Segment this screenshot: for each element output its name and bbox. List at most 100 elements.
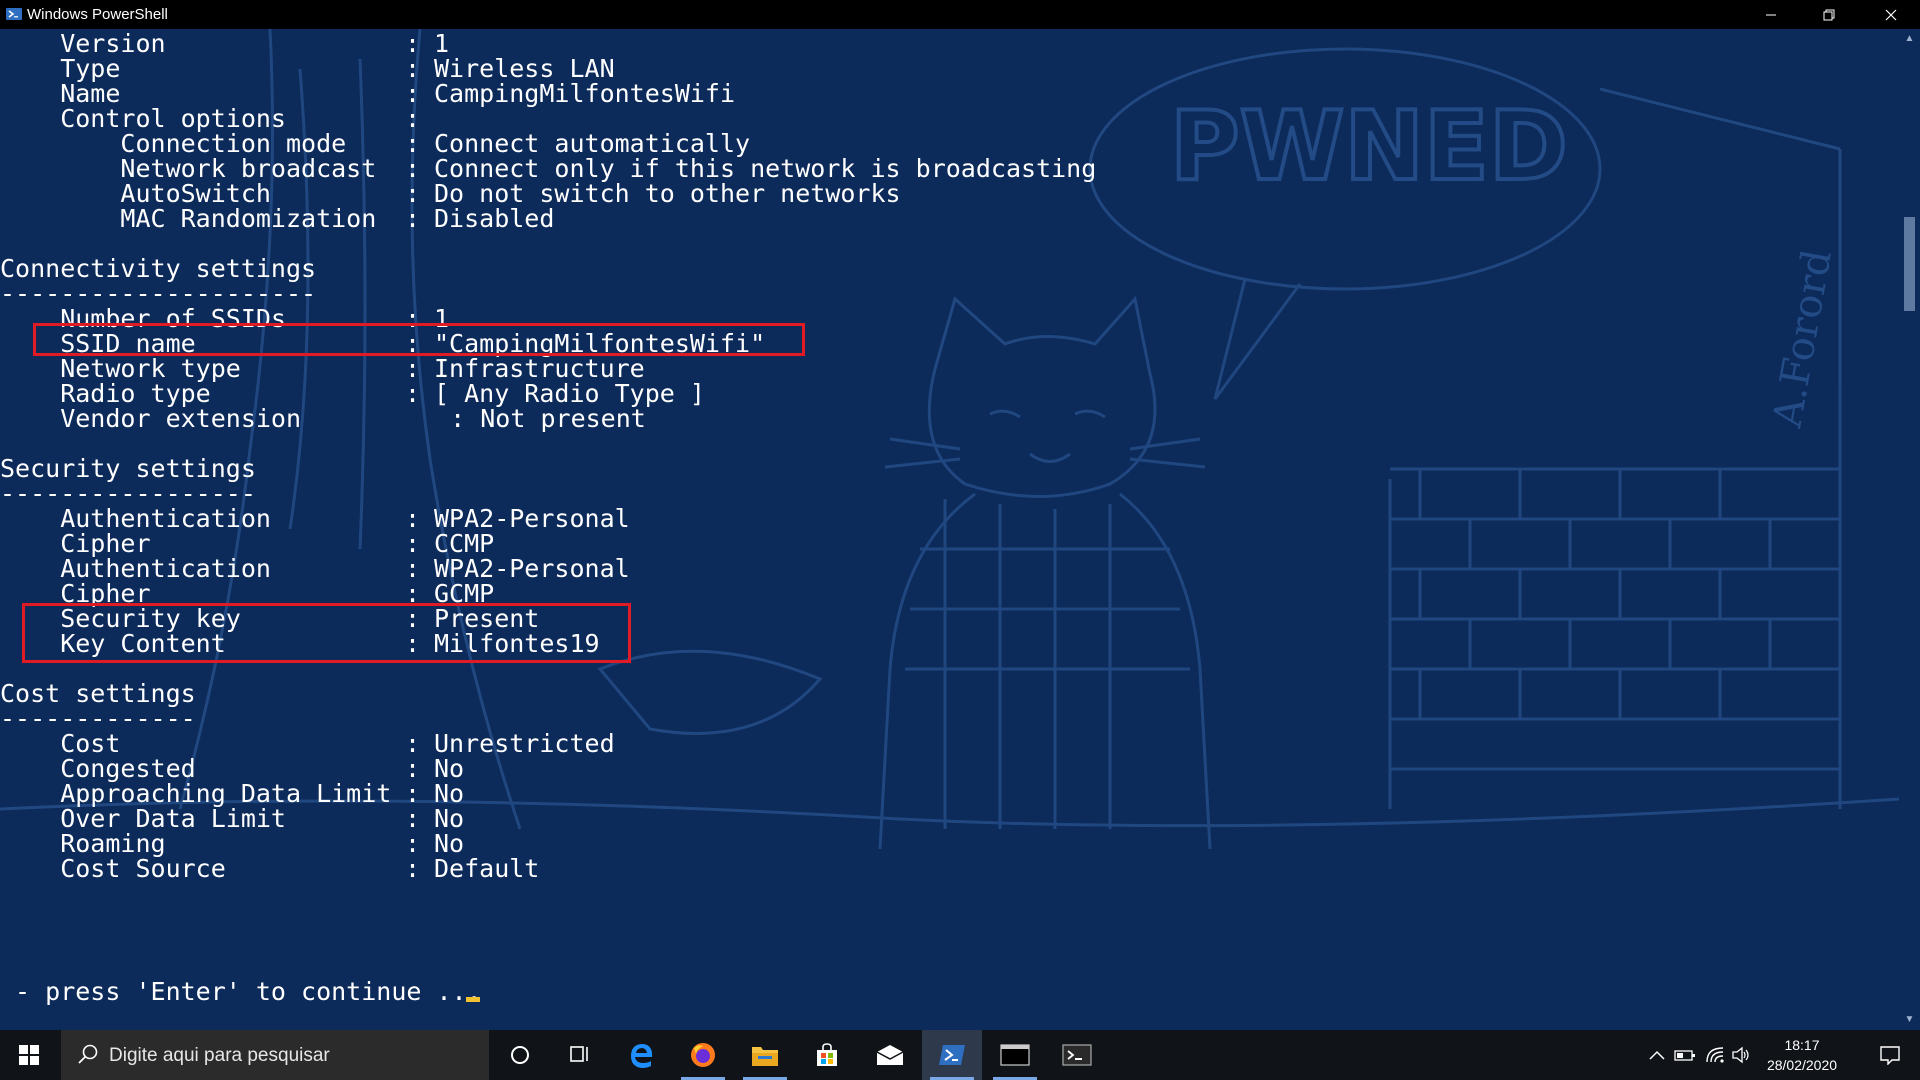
console-line-label: Connectivity settings bbox=[0, 254, 317, 283]
console-line: Network type: Infrastructure bbox=[0, 356, 1890, 381]
console-line-separator: : bbox=[405, 804, 421, 833]
console-line-value: CampingMilfontesWifi bbox=[434, 79, 736, 108]
edge-button[interactable] bbox=[612, 1030, 672, 1080]
console-line-separator: : bbox=[405, 354, 421, 383]
console-line-value: No bbox=[434, 754, 465, 783]
scroll-down-arrow-icon[interactable]: ▼ bbox=[1899, 1010, 1920, 1030]
system-clock[interactable]: 18:17 28/02/2020 bbox=[1750, 1035, 1854, 1075]
console-line-label: MAC Randomization bbox=[0, 204, 377, 233]
console-line-separator: : bbox=[405, 504, 421, 533]
console-line-label: Cipher bbox=[0, 529, 151, 558]
search-icon bbox=[78, 1044, 98, 1064]
scroll-up-arrow-icon[interactable]: ▲ bbox=[1899, 29, 1920, 49]
console-line-value: WPA2-Personal bbox=[434, 554, 630, 583]
store-button[interactable] bbox=[797, 1030, 857, 1080]
highlight-ssid-box bbox=[33, 323, 805, 356]
console-line-separator: : bbox=[405, 204, 421, 233]
taskbar-search-box[interactable]: Digite aqui para pesquisar bbox=[61, 1030, 489, 1080]
show-hidden-icons-button[interactable] bbox=[1645, 1030, 1669, 1080]
vertical-scrollbar[interactable]: ▲ ▼ bbox=[1899, 29, 1920, 1030]
console-line-separator: : bbox=[405, 379, 421, 408]
file-explorer-icon bbox=[752, 1047, 778, 1066]
console-line-value: WPA2-Personal bbox=[434, 504, 630, 533]
powershell-icon bbox=[939, 1045, 965, 1065]
console-line-separator: : bbox=[405, 529, 421, 558]
firefox-icon bbox=[691, 1043, 715, 1067]
highlight-key-box bbox=[22, 603, 631, 663]
console-line-label: Authentication bbox=[0, 504, 271, 533]
console-line: Name: CampingMilfontesWifi bbox=[0, 81, 1890, 106]
console-line-separator: : bbox=[405, 154, 421, 183]
continue-prompt: - press 'Enter' to continue ... bbox=[0, 977, 482, 1006]
minimize-icon bbox=[1766, 14, 1776, 15]
mail-icon bbox=[876, 1045, 904, 1065]
console-line-label: Over Data Limit bbox=[0, 804, 286, 833]
console-line-separator: : bbox=[405, 179, 421, 208]
console-line-label: ------------- bbox=[0, 704, 196, 733]
console-line-separator: : bbox=[405, 104, 421, 133]
console-line-label: Network broadcast bbox=[0, 154, 377, 183]
console-line-label: Network type bbox=[0, 354, 241, 383]
cmd-button[interactable] bbox=[985, 1030, 1045, 1080]
console-line-separator: : bbox=[405, 554, 421, 583]
console-line-value: No bbox=[434, 804, 465, 833]
close-button[interactable] bbox=[1862, 0, 1920, 29]
console-line-label: Cost bbox=[0, 729, 121, 758]
console-line-label: Radio type bbox=[0, 379, 211, 408]
console-line-value: Connect automatically bbox=[434, 129, 751, 158]
firefox-button[interactable] bbox=[673, 1030, 733, 1080]
console-line: Cipher: CCMP bbox=[0, 531, 1890, 556]
console-line-label: Cost Source bbox=[0, 854, 226, 883]
console-line-label: Vendor extension bbox=[0, 404, 302, 433]
console-line-label: Congested bbox=[0, 754, 196, 783]
console-line-separator: : bbox=[405, 854, 421, 883]
volume-button[interactable] bbox=[1730, 1030, 1752, 1080]
restore-button[interactable] bbox=[1800, 0, 1858, 29]
console-line: Authentication: WPA2-Personal bbox=[0, 556, 1890, 581]
terminal-button[interactable] bbox=[1047, 1030, 1107, 1080]
battery-button[interactable] bbox=[1672, 1030, 1698, 1080]
console-line-value: No bbox=[434, 779, 465, 808]
console-line-separator: : bbox=[405, 754, 421, 783]
console-line: AutoSwitch: Do not switch to other networ… bbox=[0, 181, 1890, 206]
console-output[interactable]: PWNED A.Forord Version:1 Type: Wireless L… bbox=[0, 29, 1899, 1030]
close-icon bbox=[1885, 9, 1897, 20]
task-view-button[interactable] bbox=[550, 1030, 610, 1080]
cortana-button[interactable] bbox=[490, 1030, 550, 1080]
mail-button[interactable] bbox=[860, 1030, 920, 1080]
console-line-value: Connect only if this network is broadcas… bbox=[434, 154, 1097, 183]
minimize-button[interactable] bbox=[1742, 0, 1800, 29]
scrollbar-thumb[interactable] bbox=[1904, 217, 1915, 311]
start-button[interactable] bbox=[0, 1030, 58, 1080]
terminal-icon bbox=[1062, 1044, 1092, 1066]
restore-icon bbox=[1823, 9, 1835, 20]
cmd-icon bbox=[1000, 1044, 1030, 1066]
console-line-label: --------------------- bbox=[0, 279, 317, 308]
console-line: Control options: bbox=[0, 106, 1890, 131]
console-line: Approaching Data Limit: No bbox=[0, 781, 1890, 806]
console-line-label: Cost settings bbox=[0, 679, 196, 708]
console-line-label: Security settings bbox=[0, 454, 256, 483]
task-view-icon bbox=[570, 1046, 588, 1062]
clock-time: 18:17 bbox=[1784, 1037, 1820, 1053]
store-icon bbox=[817, 1043, 837, 1066]
console-line-value: CCMP bbox=[434, 529, 495, 558]
file-explorer-button[interactable] bbox=[735, 1030, 795, 1080]
console-line: ----------------- bbox=[0, 481, 1890, 506]
console-line-separator: : bbox=[405, 79, 421, 108]
notification-icon bbox=[1880, 1046, 1900, 1065]
console-line-label: ----------------- bbox=[0, 479, 256, 508]
powershell-taskbar-button[interactable] bbox=[922, 1030, 982, 1080]
console-line: Radio type: [ Any Radio Type ] bbox=[0, 381, 1890, 406]
console-line: Security settings bbox=[0, 456, 1890, 481]
wifi-button[interactable] bbox=[1702, 1030, 1728, 1080]
console-line: MAC Randomization: Disabled bbox=[0, 206, 1890, 231]
console-line: --------------------- bbox=[0, 281, 1890, 306]
console-line-value: Disabled bbox=[434, 204, 555, 233]
notification-center-button[interactable] bbox=[1860, 1030, 1920, 1080]
console-line-label: Version bbox=[0, 29, 166, 58]
console-line: Cost: Unrestricted bbox=[0, 731, 1890, 756]
console-line: Vendor extension : Not present bbox=[0, 406, 1890, 431]
